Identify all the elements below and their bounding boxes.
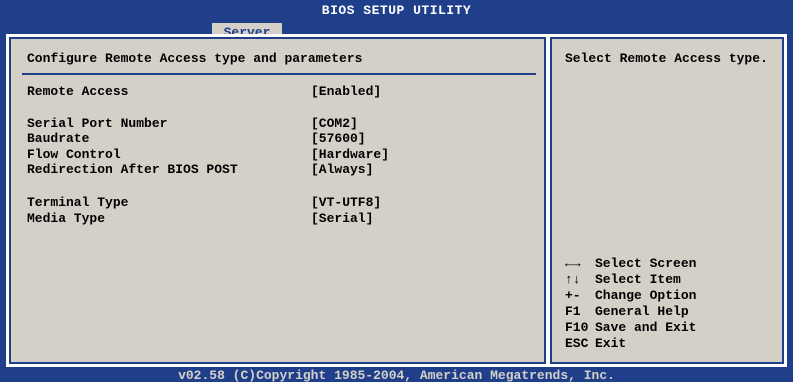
panel-divider [544, 37, 552, 364]
setting-value-baudrate[interactable]: [57600] [311, 131, 366, 146]
left-right-arrows-icon: ←→ [565, 256, 581, 271]
legend-item: ←→ Select Screen [565, 256, 696, 271]
legend-action: Exit [595, 336, 627, 351]
setting-label-media-type: Media Type [27, 211, 106, 226]
setting-value-flow-control[interactable]: [Hardware] [311, 147, 389, 162]
legend-item: F10 Save and Exit [565, 320, 696, 335]
setting-value-serial-port-number[interactable]: [COM2] [311, 116, 358, 131]
legend-action: Select Item [595, 272, 681, 287]
setting-label-flow-control: Flow Control [27, 147, 121, 162]
legend-item: ESC Exit [565, 336, 626, 351]
legend-key: F1 [565, 304, 581, 319]
legend-action: Select Screen [595, 256, 697, 271]
legend-item: +- Change Option [565, 288, 696, 303]
setting-label-serial-port-number: Serial Port Number [27, 116, 168, 131]
legend-item: F1 General Help [565, 304, 689, 319]
setting-value-terminal-type[interactable]: [VT-UTF8] [311, 195, 381, 210]
legend-action: General Help [595, 304, 689, 319]
title-bar: BIOS SETUP UTILITY Server [0, 0, 793, 43]
section-title: Configure Remote Access type and paramet… [27, 51, 363, 66]
setting-label-terminal-type: Terminal Type [27, 195, 129, 210]
legend-key: ESC [565, 336, 589, 351]
setting-value-media-type[interactable]: [Serial] [311, 211, 373, 226]
setting-value-redirection-after-bios-post[interactable]: [Always] [311, 162, 373, 177]
setting-label-remote-access: Remote Access [27, 84, 129, 99]
section-underline [22, 73, 536, 75]
legend-key: F10 [565, 320, 589, 335]
legend-action: Save and Exit [595, 320, 697, 335]
setting-label-baudrate: Baudrate [27, 131, 90, 146]
footer-copyright: v02.58 (C)Copyright 1985-2004, American … [178, 368, 615, 382]
legend-action: Change Option [595, 288, 697, 303]
setting-label-redirection-after-bios-post: Redirection After BIOS POST [27, 162, 238, 177]
legend-item: ↑↓ Select Item [565, 272, 681, 287]
legend-key: +- [565, 288, 581, 303]
help-text: Select Remote Access type. [565, 51, 768, 66]
setting-value-remote-access[interactable]: [Enabled] [311, 84, 381, 99]
up-down-arrows-icon: ↑↓ [565, 272, 581, 287]
app-title: BIOS SETUP UTILITY [321, 3, 472, 18]
